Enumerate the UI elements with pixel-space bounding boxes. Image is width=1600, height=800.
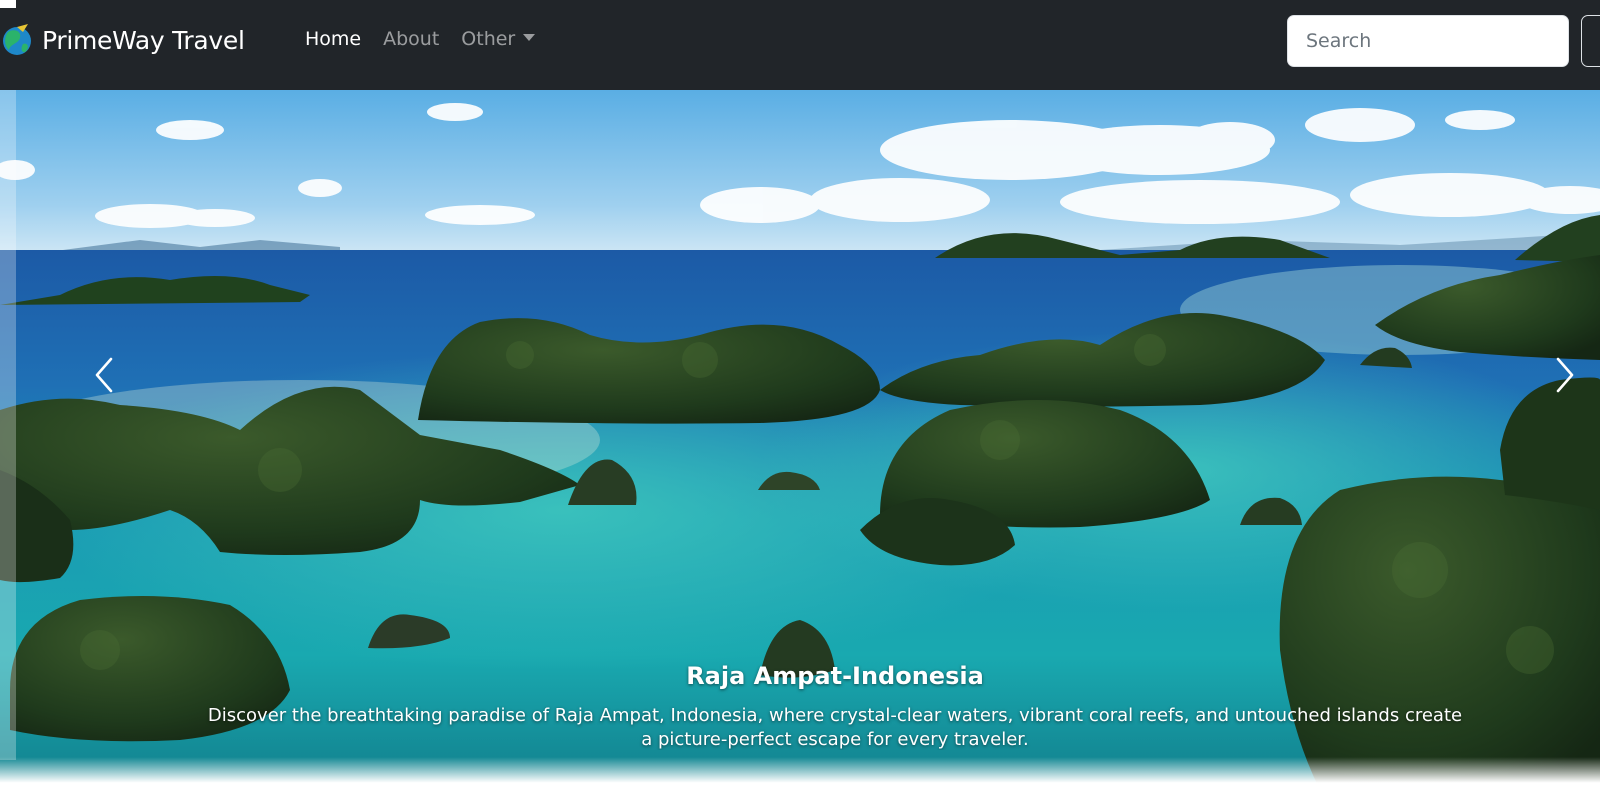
brand-name: PrimeWay Travel — [42, 25, 245, 55]
carousel-prev-button[interactable] — [75, 345, 135, 405]
chevron-left-icon — [95, 357, 113, 393]
brand-link[interactable]: PrimeWay Travel — [0, 22, 245, 58]
caption-title: Raja Ampat-Indonesia — [686, 662, 984, 690]
nav-item-about[interactable]: About — [383, 28, 439, 50]
search-button[interactable] — [1581, 15, 1600, 67]
left-edge-overlay — [0, 90, 16, 760]
search-input[interactable] — [1287, 15, 1569, 67]
nav-item-other-label: Other — [461, 28, 516, 50]
globe-logo-icon — [0, 22, 34, 58]
caption-text: Discover the breathtaking paradise of Ra… — [207, 705, 1463, 750]
top-navbar: PrimeWay Travel Home About Other — [0, 0, 1600, 90]
nav-item-home[interactable]: Home — [305, 28, 361, 50]
hero-carousel: Raja Ampat-Indonesia Discover the breath… — [0, 90, 1600, 790]
caret-down-icon — [523, 34, 536, 41]
carousel-next-button[interactable] — [1538, 345, 1598, 405]
nav-menu: Home About Other — [305, 28, 557, 50]
carousel-caption: Raja Ampat-Indonesia Discover the breath… — [200, 662, 1470, 750]
chevron-right-icon — [1556, 357, 1574, 393]
nav-item-other-dropdown[interactable]: Other — [461, 28, 536, 50]
corner-decoration — [0, 0, 16, 8]
